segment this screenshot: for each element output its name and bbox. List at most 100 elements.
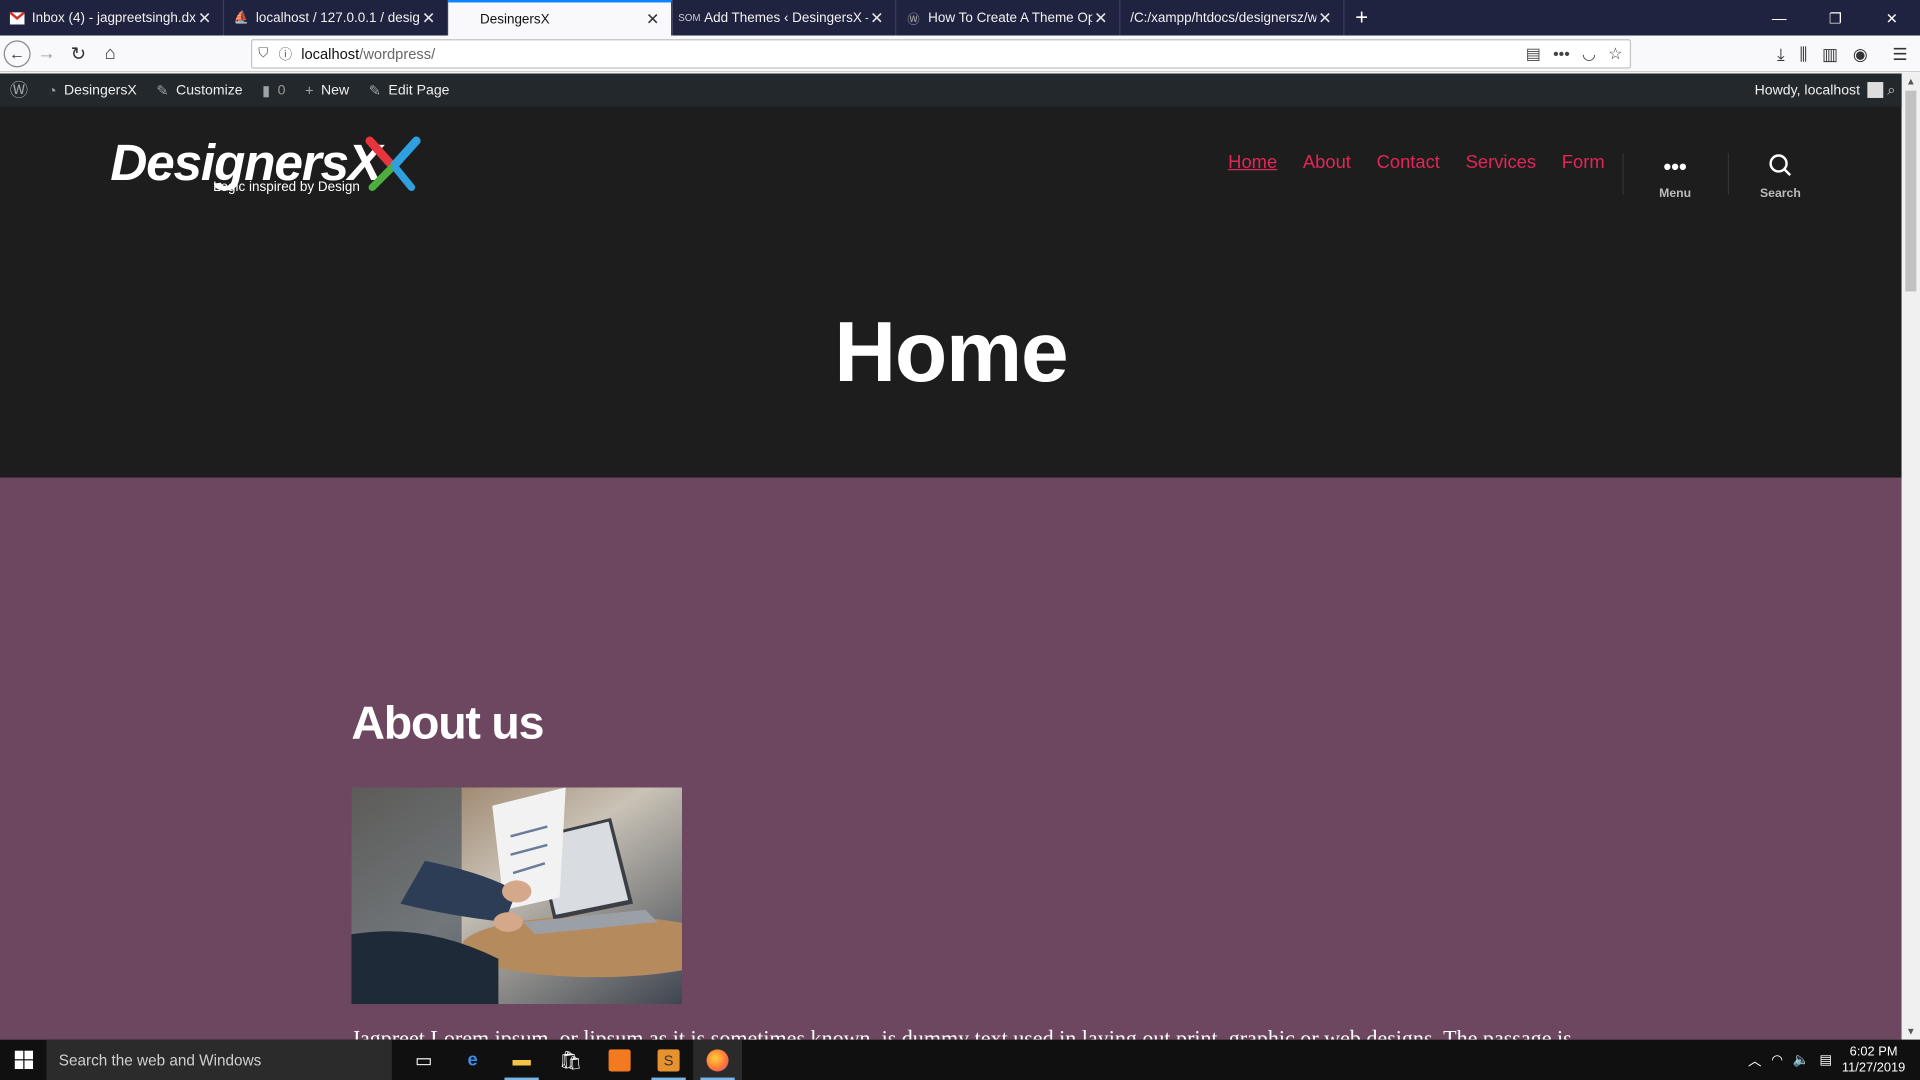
logo-x-icon bbox=[365, 136, 421, 192]
sidebar-icon[interactable]: ▥ bbox=[1822, 43, 1838, 64]
minimize-icon[interactable]: — bbox=[1751, 0, 1807, 36]
scroll-down-icon[interactable]: ▼ bbox=[1902, 1026, 1920, 1037]
forward-button[interactable]: → bbox=[31, 37, 63, 69]
dashboard-icon: ◔ bbox=[47, 81, 57, 99]
page-scrollbar[interactable]: ▲ ▼ bbox=[1901, 73, 1920, 1040]
tab-add-themes[interactable]: SOM Add Themes ‹ DesingersX — WordPress … bbox=[672, 0, 897, 36]
comments-count: 0 bbox=[277, 82, 286, 98]
menu-item-home[interactable]: Home bbox=[1228, 152, 1277, 173]
new-content-link[interactable]: + New bbox=[295, 73, 359, 106]
tab-label: /C:/xampp/htdocs/designersz/wp-content bbox=[1130, 10, 1316, 26]
taskbar-apps: ▭ e ▬ 🛍 S bbox=[399, 1039, 743, 1080]
logo-tagline: Logic inspired by Design bbox=[213, 180, 360, 195]
howdy-account[interactable]: Howdy, localhost bbox=[1755, 83, 1860, 98]
menu-item-about[interactable]: About bbox=[1303, 152, 1351, 173]
windows-logo-icon bbox=[14, 1050, 33, 1069]
menu-item-form[interactable]: Form bbox=[1562, 152, 1605, 173]
tab-gmail[interactable]: Inbox (4) - jagpreetsingh.dx@gmail.com ✕ bbox=[0, 0, 225, 36]
search-icon[interactable]: ⌕ bbox=[1887, 81, 1895, 99]
search-toggle-button[interactable]: Search bbox=[1744, 153, 1817, 201]
close-icon[interactable]: ✕ bbox=[644, 9, 661, 29]
primary-menu: Home About Contact Services Form bbox=[1228, 152, 1604, 173]
brush-icon: ✎ bbox=[156, 81, 169, 99]
chevron-up-icon[interactable]: ︿ bbox=[1748, 1050, 1761, 1070]
gmail-icon bbox=[9, 10, 25, 25]
tab-desingersx[interactable]: DesingersX ✕ bbox=[448, 0, 673, 36]
hamburger-menu-icon[interactable]: ☰ bbox=[1892, 43, 1907, 64]
xampp-icon[interactable] bbox=[595, 1040, 644, 1080]
comments-link[interactable]: ▮ 0 bbox=[252, 73, 295, 106]
system-tray: ︿ ◠ 🔈 ▤ 6:02 PM 11/27/2019 bbox=[1748, 1044, 1920, 1076]
new-tab-button[interactable]: + bbox=[1345, 0, 1379, 36]
sublime-text-icon[interactable]: S bbox=[644, 1040, 693, 1080]
info-icon[interactable]: ⓘ bbox=[274, 44, 296, 64]
reader-view-icon[interactable]: ▤ bbox=[1526, 44, 1541, 64]
tab-label: Add Themes ‹ DesingersX — WordPress bbox=[704, 10, 868, 26]
tab-file[interactable]: /C:/xampp/htdocs/designersz/wp-content ✕ bbox=[1120, 0, 1345, 36]
home-button[interactable]: ⌂ bbox=[94, 37, 126, 69]
downloads-icon[interactable]: ⤓ bbox=[1777, 43, 1785, 64]
entry-content: About us Jagpreet Lorem ipsum, or lipsum… bbox=[0, 477, 1902, 1040]
close-icon[interactable]: ✕ bbox=[1316, 8, 1333, 28]
edit-page-link[interactable]: ✎ Edit Page bbox=[359, 73, 459, 106]
wordpress-logo-button[interactable]: Ⓦ bbox=[0, 73, 38, 106]
tab-label: Inbox (4) - jagpreetsingh.dx@gmail.com bbox=[31, 10, 196, 26]
start-button[interactable] bbox=[0, 1040, 47, 1080]
shield-icon[interactable]: ⛉ bbox=[252, 46, 274, 62]
about-paragraph: Jagpreet Lorem ipsum, or lipsum as it is… bbox=[351, 1026, 1572, 1040]
wp-admin-bar: Ⓦ ◔ DesingersX ✎ Customize ▮ 0 + New ✎ Edit P… bbox=[0, 73, 1920, 107]
edge-icon[interactable]: e bbox=[448, 1040, 497, 1080]
customize-link[interactable]: ✎ Customize bbox=[147, 73, 253, 106]
site-name-link[interactable]: ◔ DesingersX bbox=[38, 73, 147, 106]
clock[interactable]: 6:02 PM 11/27/2019 bbox=[1842, 1044, 1905, 1076]
library-icon[interactable]: ⫼ bbox=[1799, 43, 1807, 64]
menu-toggle-button[interactable]: ••• Menu bbox=[1638, 153, 1711, 201]
menu-item-contact[interactable]: Contact bbox=[1377, 152, 1440, 173]
pocket-icon[interactable]: ◡ bbox=[1582, 44, 1596, 64]
tab-phpmyadmin[interactable]: ⛵ localhost / 127.0.0.1 / design-wp ✕ bbox=[224, 0, 449, 36]
tab-theme-options[interactable]: Ⓦ How To Create A Theme Options ✕ bbox=[896, 0, 1121, 36]
divider bbox=[1727, 153, 1729, 195]
menu-item-services[interactable]: Services bbox=[1466, 152, 1536, 173]
windows-taskbar: Search the web and Windows ▭ e ▬ 🛍 S ︿ ◠… bbox=[0, 1039, 1920, 1080]
site-header: DesignersX Logic inspired by Design Home… bbox=[0, 106, 1902, 478]
back-button[interactable]: ← bbox=[3, 39, 31, 67]
customize-label: Customize bbox=[176, 82, 243, 98]
firefox-icon[interactable] bbox=[693, 1039, 743, 1080]
close-icon[interactable]: ✕ bbox=[196, 8, 213, 28]
file-explorer-icon[interactable]: ▬ bbox=[497, 1040, 546, 1080]
account-icon[interactable]: ◉ bbox=[1853, 43, 1868, 64]
close-window-icon[interactable]: ✕ bbox=[1864, 0, 1920, 36]
phpmyadmin-icon: ⛵ bbox=[233, 11, 249, 25]
avatar[interactable] bbox=[1867, 82, 1884, 98]
bookmark-star-icon[interactable]: ☆ bbox=[1608, 44, 1622, 64]
taskbar-search-placeholder: Search the web and Windows bbox=[58, 1051, 262, 1069]
network-icon[interactable]: ◠ bbox=[1771, 1052, 1783, 1068]
url-host: localhost bbox=[301, 45, 360, 63]
reload-button[interactable]: ↻ bbox=[62, 37, 94, 69]
restore-icon[interactable]: ❐ bbox=[1807, 0, 1863, 36]
scrollbar-thumb[interactable] bbox=[1905, 90, 1917, 292]
close-icon[interactable]: ✕ bbox=[1092, 8, 1109, 28]
taskbar-search-box[interactable]: Search the web and Windows bbox=[46, 1039, 392, 1080]
close-icon[interactable]: ✕ bbox=[868, 8, 885, 28]
site-name: DesingersX bbox=[63, 82, 137, 98]
url-path: /wordpress/ bbox=[359, 45, 436, 63]
plus-icon: + bbox=[305, 81, 314, 99]
close-icon[interactable]: ✕ bbox=[420, 8, 437, 28]
notifications-icon[interactable]: ▤ bbox=[1819, 1052, 1832, 1068]
about-image bbox=[351, 787, 683, 1005]
url-bar[interactable]: ⛉ ⓘ localhost/wordpress/ ▤ ••• ◡ ☆ bbox=[251, 39, 1632, 69]
wp-admin-icon: SOM bbox=[678, 12, 701, 24]
toolbar-right: ⤓ ⫼ ▥ ◉ ☰ bbox=[1777, 36, 1908, 73]
site-logo[interactable]: DesignersX Logic inspired by Design bbox=[110, 133, 428, 202]
window-controls: — ❐ ✕ bbox=[1751, 0, 1920, 36]
edit-page-label: Edit Page bbox=[388, 82, 450, 98]
tab-label: DesingersX bbox=[480, 11, 550, 27]
scroll-up-icon[interactable]: ▲ bbox=[1902, 76, 1920, 87]
task-view-icon[interactable]: ▭ bbox=[399, 1040, 448, 1080]
volume-icon[interactable]: 🔈 bbox=[1793, 1052, 1810, 1068]
page-actions-icon[interactable]: ••• bbox=[1553, 44, 1570, 64]
store-icon[interactable]: 🛍 bbox=[546, 1040, 595, 1080]
tab-label: How To Create A Theme Options bbox=[928, 10, 1092, 26]
